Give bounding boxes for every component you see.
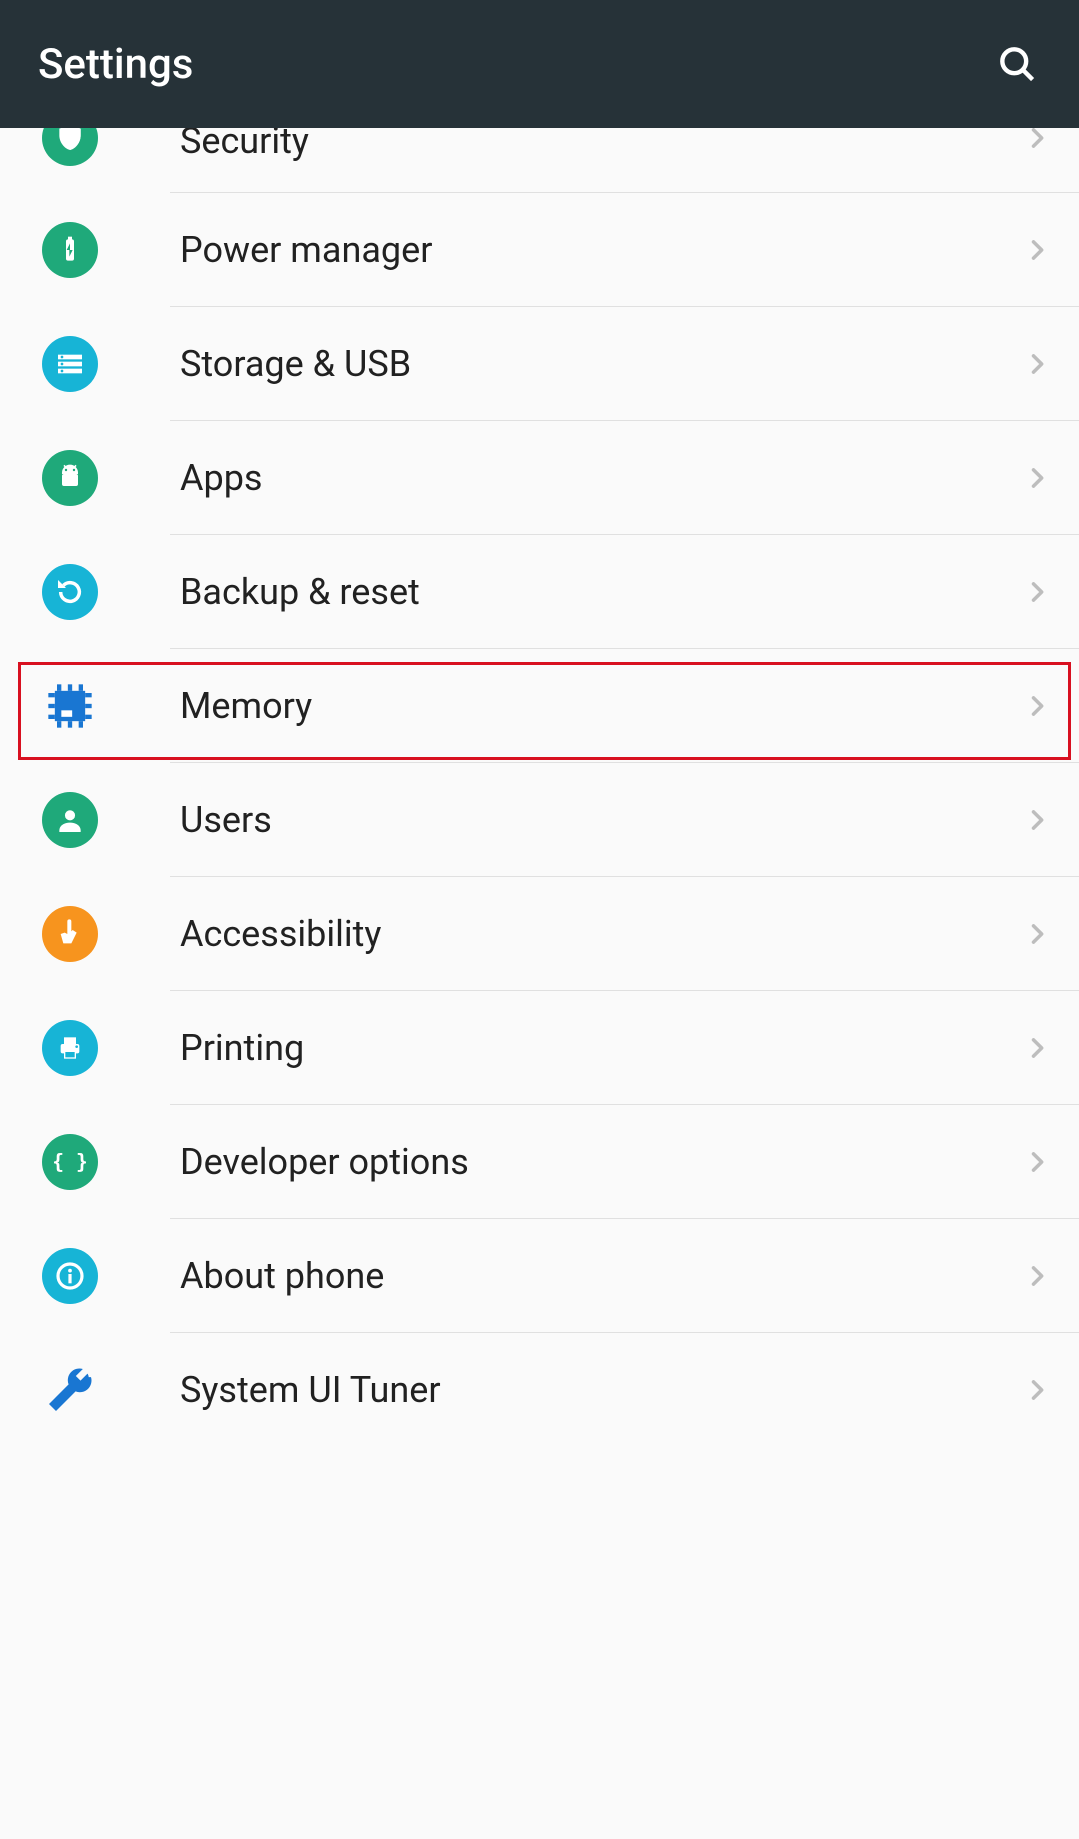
chevron-right-icon	[1023, 1034, 1051, 1062]
settings-item-label: System UI Tuner	[180, 1369, 1023, 1411]
settings-item-label: Users	[180, 799, 1023, 841]
chevron-right-icon	[1023, 464, 1051, 492]
chevron-right-icon	[1023, 236, 1051, 264]
android-icon	[42, 450, 98, 506]
search-button[interactable]	[993, 40, 1041, 88]
settings-item-users[interactable]: Users	[0, 763, 1079, 876]
settings-item-label: Printing	[180, 1027, 1023, 1069]
hand-icon	[42, 906, 98, 962]
settings-item-system-ui-tuner[interactable]: System UI Tuner	[0, 1333, 1079, 1446]
chevron-right-icon	[1023, 806, 1051, 834]
settings-item-label: Security	[180, 128, 1023, 162]
settings-item-accessibility[interactable]: Accessibility	[0, 877, 1079, 990]
settings-list: Security Power manager Storage & USB Apps Ba…	[0, 128, 1079, 1839]
search-icon	[995, 42, 1039, 86]
chevron-right-icon	[1023, 128, 1051, 152]
settings-item-label: Storage & USB	[180, 343, 1023, 385]
settings-item-memory[interactable]: Memory	[0, 649, 1079, 762]
app-header: Settings	[0, 0, 1079, 128]
settings-item-about-phone[interactable]: About phone	[0, 1219, 1079, 1332]
settings-item-power-manager[interactable]: Power manager	[0, 193, 1079, 306]
settings-item-label: Backup & reset	[180, 571, 1023, 613]
settings-item-label: Power manager	[180, 229, 1023, 271]
chevron-right-icon	[1023, 920, 1051, 948]
chevron-right-icon	[1023, 578, 1051, 606]
settings-item-label: Apps	[180, 457, 1023, 499]
memory-icon	[42, 678, 98, 734]
settings-item-storage-usb[interactable]: Storage & USB	[0, 307, 1079, 420]
settings-item-label: Accessibility	[180, 913, 1023, 955]
shield-icon	[42, 128, 98, 166]
settings-item-security[interactable]: Security	[0, 128, 1079, 192]
settings-item-label: About phone	[180, 1255, 1023, 1297]
chevron-right-icon	[1023, 1262, 1051, 1290]
svg-text:{ }: { }	[54, 1149, 86, 1173]
settings-item-developer[interactable]: { } Developer options	[0, 1105, 1079, 1218]
chevron-right-icon	[1023, 692, 1051, 720]
settings-item-backup-reset[interactable]: Backup & reset	[0, 535, 1079, 648]
storage-icon	[42, 336, 98, 392]
wrench-icon	[42, 1362, 98, 1418]
chevron-right-icon	[1023, 1376, 1051, 1404]
user-icon	[42, 792, 98, 848]
printer-icon	[42, 1020, 98, 1076]
info-icon	[42, 1248, 98, 1304]
settings-item-apps[interactable]: Apps	[0, 421, 1079, 534]
restore-icon	[42, 564, 98, 620]
settings-item-label: Memory	[180, 685, 1023, 727]
chevron-right-icon	[1023, 350, 1051, 378]
chevron-right-icon	[1023, 1148, 1051, 1176]
braces-icon: { }	[42, 1134, 98, 1190]
battery-icon	[42, 222, 98, 278]
settings-item-printing[interactable]: Printing	[0, 991, 1079, 1104]
settings-item-label: Developer options	[180, 1141, 1023, 1183]
page-title: Settings	[38, 40, 193, 89]
